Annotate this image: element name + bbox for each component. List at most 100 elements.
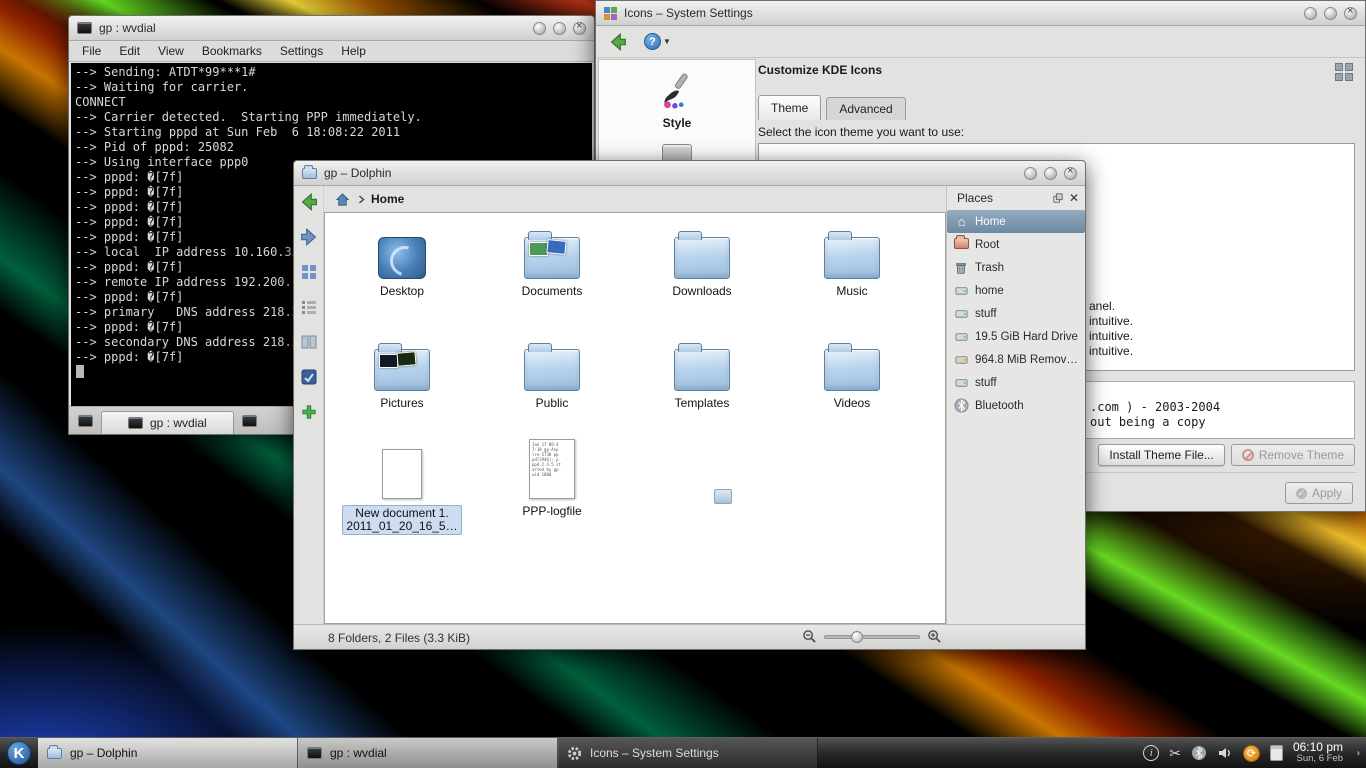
folder-view[interactable]: Desktop Documents Downloads Music [324, 212, 946, 624]
logfile-icon: Jan 17 09:4 7:18 gp-Asp lre-5738 pp pd[1… [529, 439, 575, 499]
places-item-root[interactable]: Root [947, 233, 1085, 256]
panel-cashew-icon[interactable]: ◗ [1351, 738, 1366, 768]
new-tab-button[interactable] [73, 410, 97, 432]
close-button[interactable] [1344, 7, 1357, 20]
breadcrumb-folder[interactable]: Home [371, 192, 404, 206]
places-item-label: home [975, 285, 1004, 297]
maximize-button[interactable] [553, 22, 566, 35]
file-item-templates[interactable]: Templates [642, 333, 762, 410]
zoom-slider-handle[interactable] [851, 631, 863, 643]
menu-view[interactable]: View [149, 42, 193, 60]
icon-theme-list-text: anel. intuitive. intuitive. intuitive. [1089, 299, 1133, 359]
float-panel-icon[interactable] [1053, 193, 1063, 203]
forward-button[interactable] [297, 225, 321, 249]
tab-theme[interactable]: Theme [758, 95, 821, 120]
terminal-titlebar[interactable]: gp : wvdial [69, 16, 594, 41]
app-launcher-button[interactable]: K [0, 738, 38, 768]
remove-theme-button[interactable]: Remove Theme [1231, 444, 1355, 466]
updates-icon[interactable]: ⟳ [1243, 745, 1260, 762]
minimize-button[interactable] [1024, 167, 1037, 180]
drive-icon [954, 375, 969, 390]
gear-icon [567, 746, 582, 761]
split-view-button[interactable] [297, 400, 321, 424]
file-item-videos[interactable]: Videos [792, 333, 912, 410]
breadcrumb-home-button[interactable] [332, 189, 352, 209]
dolphin-body: Home Desktop Documents Downloads [294, 186, 1085, 624]
back-button[interactable] [606, 30, 630, 54]
documents-folder-icon [524, 237, 580, 279]
klipper-scissors-icon[interactable]: ✂ [1169, 745, 1181, 762]
menu-file[interactable]: File [73, 42, 110, 60]
help-button[interactable]: ? ▼ [644, 33, 671, 50]
minimize-button[interactable] [1304, 7, 1317, 20]
file-item-documents[interactable]: Documents [492, 221, 612, 298]
file-item-ppp-logfile[interactable]: Jan 17 09:4 7:18 gp-Asp lre-5738 pp pd[1… [492, 437, 612, 518]
notifications-icon[interactable]: i [1143, 745, 1159, 761]
file-item-pictures[interactable]: Pictures [342, 333, 462, 410]
zoom-slider[interactable] [824, 635, 920, 639]
folder-icon [47, 748, 62, 759]
file-label: Downloads [672, 285, 731, 298]
dolphin-titlebar[interactable]: gp – Dolphin [294, 161, 1085, 186]
kde-menu-icon: K [7, 741, 31, 765]
places-item-stuff-2[interactable]: stuff [947, 371, 1085, 394]
taskbar-item-dolphin[interactable]: gp – Dolphin [38, 738, 298, 768]
taskbar-item-wvdial[interactable]: gp : wvdial [298, 738, 558, 768]
menu-bookmarks[interactable]: Bookmarks [193, 42, 271, 60]
device-notifier-icon[interactable] [1270, 745, 1283, 761]
places-item-bluetooth[interactable]: Bluetooth [947, 394, 1085, 417]
places-item-home-dir[interactable]: home [947, 279, 1085, 302]
preview-button[interactable] [297, 365, 321, 389]
breadcrumb: Home [324, 186, 946, 212]
close-panel-icon[interactable]: ✕ [1069, 193, 1079, 203]
close-button[interactable] [573, 22, 586, 35]
menu-settings[interactable]: Settings [271, 42, 332, 60]
file-item-public[interactable]: Public [492, 333, 612, 410]
remove-icon [1242, 449, 1254, 461]
chevron-down-icon: ▼ [663, 37, 671, 46]
maximize-button[interactable] [1044, 167, 1057, 180]
sidebar-item-style[interactable]: Style [599, 60, 755, 130]
bluetooth-icon[interactable] [1191, 745, 1207, 761]
tab-advanced[interactable]: Advanced [826, 97, 905, 120]
terminal-tab[interactable]: gp : wvdial [101, 411, 234, 434]
back-button[interactable] [297, 190, 321, 214]
dolphin-center: Home Desktop Documents Downloads [324, 186, 946, 624]
home-icon: ⌂ [954, 214, 969, 229]
places-item-trash[interactable]: Trash [947, 256, 1085, 279]
taskbar-item-label: gp : wvdial [330, 746, 387, 760]
places-item-removable[interactable]: 964.8 MiB Remov… [947, 348, 1085, 371]
places-item-hard-drive[interactable]: 19.5 GiB Hard Drive [947, 325, 1085, 348]
help-icon: ? [644, 33, 661, 50]
view-options-icon[interactable] [1335, 63, 1353, 81]
window-buttons [1024, 167, 1077, 180]
sidebar-item-label: Style [599, 116, 755, 130]
icons-view-button[interactable] [297, 260, 321, 284]
columns-view-button[interactable] [297, 330, 321, 354]
places-item-label: Root [975, 239, 999, 251]
taskbar-item-system-settings[interactable]: Icons – System Settings [558, 738, 818, 768]
file-item-downloads[interactable]: Downloads [642, 221, 762, 298]
close-button[interactable] [1064, 167, 1077, 180]
settings-titlebar[interactable]: Icons – System Settings [596, 1, 1365, 26]
places-item-home[interactable]: ⌂ Home [947, 210, 1085, 233]
file-item-desktop[interactable]: Desktop [342, 221, 462, 298]
apply-button[interactable]: ✓Apply [1285, 482, 1353, 504]
terminal-cursor [76, 365, 84, 378]
maximize-button[interactable] [1324, 7, 1337, 20]
zoom-out-icon[interactable] [802, 629, 817, 644]
file-item-new-document[interactable]: New document 1. 2011_01_20_16_5… [342, 437, 462, 535]
tab-list-button[interactable] [238, 410, 262, 432]
menu-help[interactable]: Help [332, 42, 375, 60]
minimize-button[interactable] [533, 22, 546, 35]
clock[interactable]: 06:10 pm Sun, 6 Feb [1291, 738, 1351, 768]
details-view-button[interactable] [297, 295, 321, 319]
volume-icon[interactable] [1217, 745, 1233, 761]
menu-edit[interactable]: Edit [110, 42, 149, 60]
folder-icon [524, 349, 580, 391]
zoom-in-icon[interactable] [927, 629, 942, 644]
install-theme-button[interactable]: Install Theme File... [1098, 444, 1224, 466]
file-label-selected: New document 1. 2011_01_20_16_5… [342, 505, 461, 535]
file-item-music[interactable]: Music [792, 221, 912, 298]
places-item-stuff-1[interactable]: stuff [947, 302, 1085, 325]
